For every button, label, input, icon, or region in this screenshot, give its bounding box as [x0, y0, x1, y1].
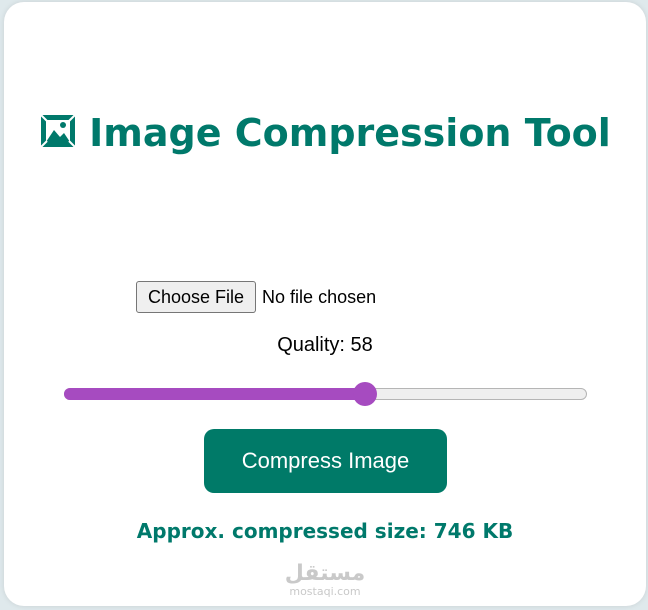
quality-slider[interactable] — [64, 382, 587, 406]
file-input[interactable]: Choose File No file chosen — [136, 281, 376, 313]
watermark-arabic: مستقل — [284, 561, 366, 586]
slider-fill — [64, 388, 366, 400]
title-text: Image Compression Tool — [89, 111, 611, 155]
framed-picture-icon — [39, 106, 77, 148]
quality-label: Quality: 58 — [277, 334, 373, 356]
page-title: Image Compression Tool — [4, 102, 646, 164]
tool-card: Image Compression Tool Choose File No fi… — [4, 2, 646, 606]
file-status: No file chosen — [262, 286, 377, 307]
watermark-logo: مستقل mostaqi.com — [4, 562, 646, 598]
slider-thumb[interactable] — [353, 382, 378, 406]
choose-file-button[interactable]: Choose File — [136, 281, 257, 313]
compress-image-button[interactable]: Compress Image — [204, 429, 447, 493]
compressed-size-result: Approx. compressed size: 746 KB — [136, 519, 514, 543]
watermark-site: mostaqi.com — [289, 585, 361, 598]
